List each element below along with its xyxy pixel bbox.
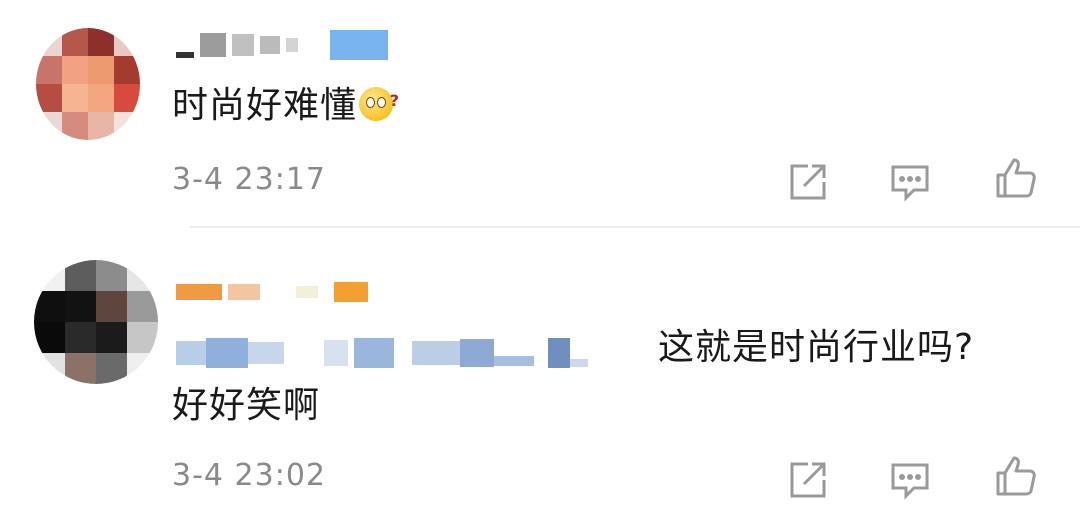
share-button[interactable] [786, 160, 830, 204]
thinking-face-emoji-icon: ? [359, 87, 399, 121]
comment-button[interactable] [888, 458, 932, 502]
username-blurred[interactable] [176, 30, 388, 60]
comment-text: 时尚好难懂? [172, 85, 401, 126]
comment-icon [891, 463, 929, 500]
comment-text: 这就是时尚行业吗? [658, 327, 975, 368]
like-button[interactable] [994, 156, 1038, 200]
mention-blurred[interactable] [176, 336, 588, 370]
comment-button[interactable] [888, 160, 932, 204]
comment-icon [891, 165, 929, 202]
thumbs-up-icon [996, 456, 1036, 496]
comment-item: 时尚好难懂? 3-4 23:17 [0, 0, 1080, 230]
comment-item: 这就是时尚行业吗? 好好笑啊 3-4 23:02 [0, 230, 1080, 504]
avatar[interactable] [36, 28, 140, 140]
comment-timestamp: 3-4 23:17 [172, 162, 326, 197]
divider [190, 226, 1080, 228]
comment-timestamp: 3-4 23:02 [172, 458, 326, 493]
share-button[interactable] [786, 458, 830, 502]
avatar[interactable] [34, 260, 158, 384]
like-button[interactable] [994, 454, 1038, 498]
share-icon [790, 462, 826, 498]
share-icon [790, 164, 826, 200]
comment-text-line2: 好好笑啊 [172, 385, 321, 426]
thumbs-up-icon [996, 158, 1036, 198]
username-blurred[interactable] [176, 282, 368, 302]
